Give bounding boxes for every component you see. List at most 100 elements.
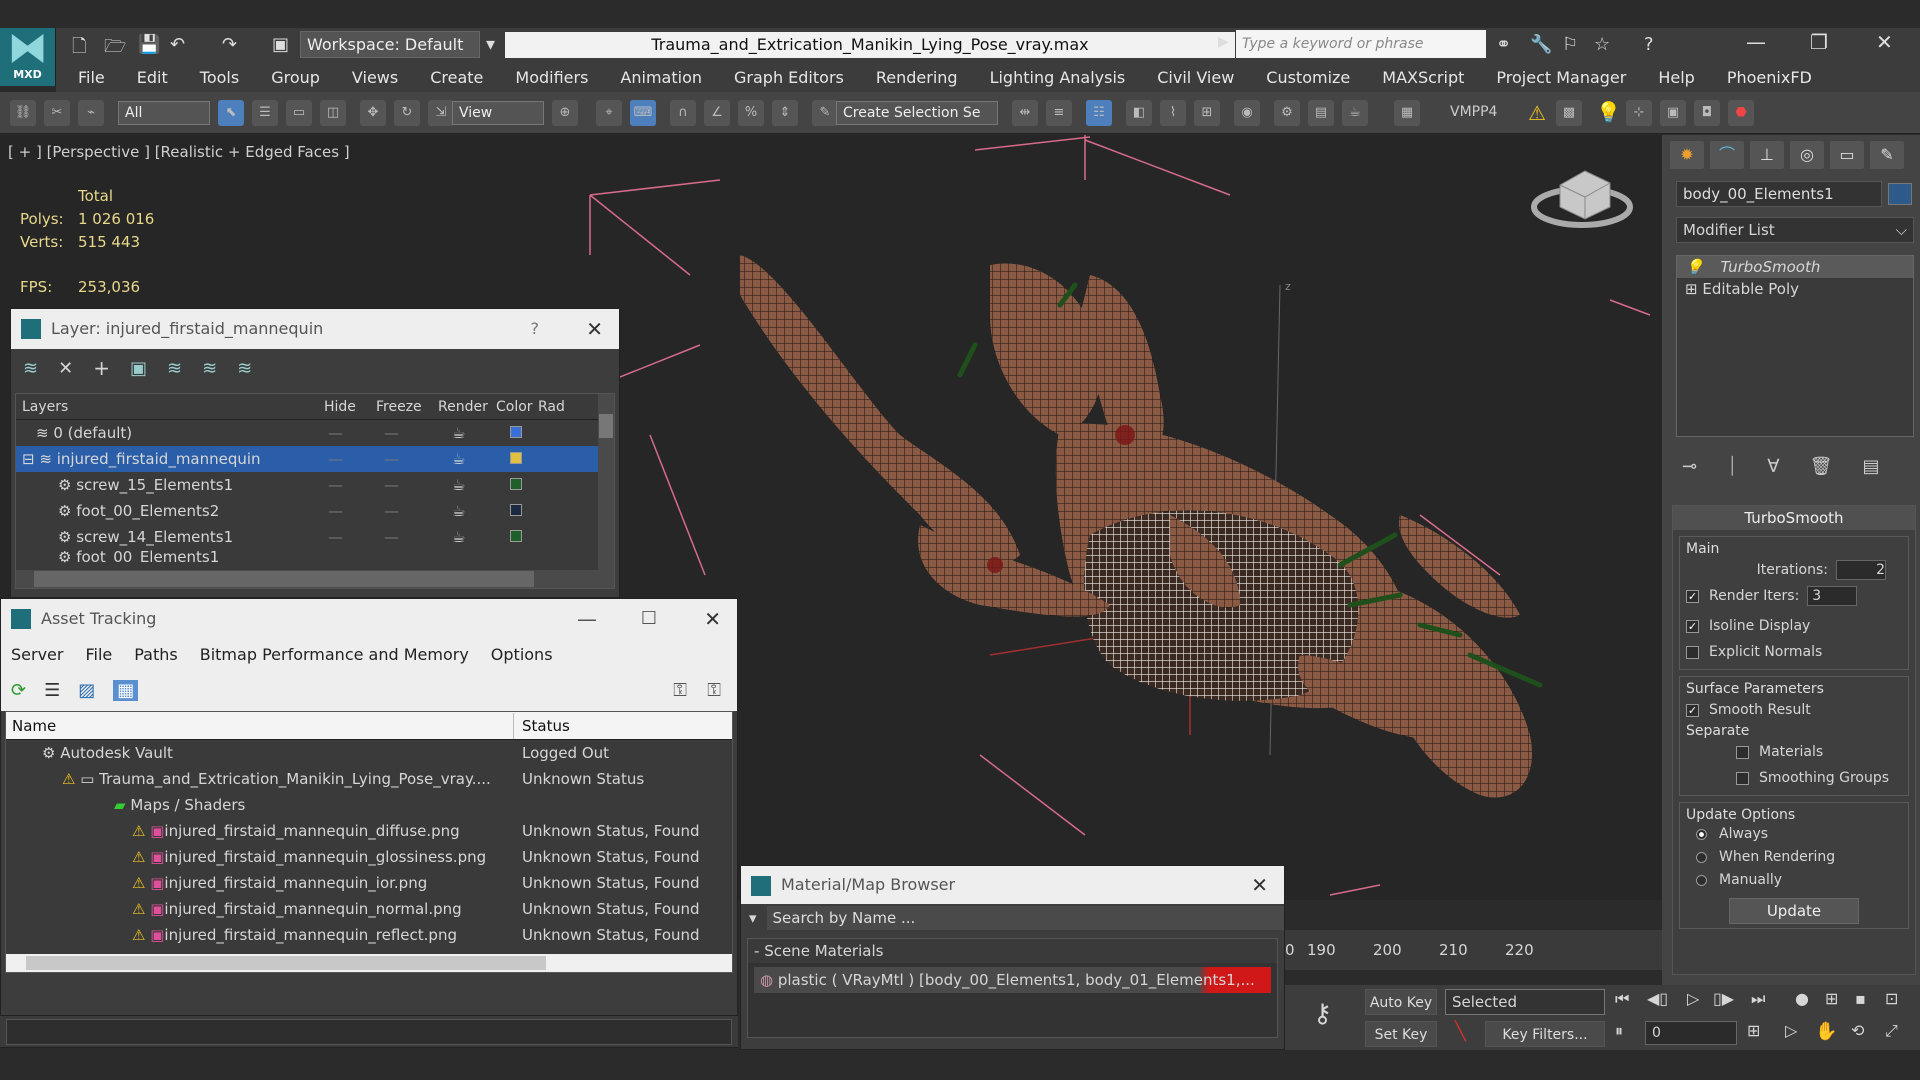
vertical-scrollbar[interactable] xyxy=(598,394,614,570)
menu-animation[interactable]: Animation xyxy=(620,68,702,87)
timeline-ruler[interactable]: 0 190 200 210 220 xyxy=(1285,930,1662,970)
axis-icon[interactable]: ⊹ xyxy=(1626,100,1652,126)
render-teapot-icon[interactable]: ☕ xyxy=(438,446,496,472)
select-scale-icon[interactable]: ⇲ xyxy=(428,100,454,126)
select-by-name-icon[interactable]: ☰ xyxy=(252,100,278,126)
render-teapot-icon[interactable]: ☕ xyxy=(438,498,496,524)
menu-help[interactable]: Help xyxy=(1658,68,1694,87)
scene-materials-header[interactable]: - Scene Materials xyxy=(748,939,1277,963)
select-rotate-icon[interactable]: ↻ xyxy=(394,100,420,126)
when-rendering-radio[interactable] xyxy=(1696,851,1707,863)
modify-tab-icon[interactable]: ⌒ xyxy=(1710,141,1744,169)
material-editor-icon[interactable]: ◉ xyxy=(1234,100,1260,126)
render-setup-icon[interactable]: ⚙ xyxy=(1274,100,1300,126)
expand-plus-icon[interactable]: ⊞ xyxy=(1685,280,1702,298)
vmpp-label[interactable]: VMPP4 xyxy=(1450,104,1497,120)
workspace-menu-icon[interactable]: ▾ xyxy=(486,34,495,55)
render-teapot-icon[interactable]: ☕ xyxy=(438,420,496,446)
freeze-toggle[interactable]: — xyxy=(376,446,438,472)
minimize-icon[interactable]: — xyxy=(1746,30,1766,54)
prev-frame-icon[interactable]: ◀▯ xyxy=(1647,989,1668,1008)
zoom-icon[interactable]: ● xyxy=(1795,989,1809,1008)
key-mode-dropdown[interactable]: Selected xyxy=(1445,989,1605,1015)
align-icon[interactable]: ≡ xyxy=(1046,100,1072,126)
asset-menu-options[interactable]: Options xyxy=(491,645,553,664)
redo-icon[interactable]: ↷ xyxy=(222,34,237,55)
menu-create[interactable]: Create xyxy=(430,68,483,87)
menu-project-manager[interactable]: Project Manager xyxy=(1496,68,1626,87)
horizontal-scrollbar[interactable] xyxy=(6,954,732,972)
material-search-input[interactable]: Search by Name ... xyxy=(766,906,1284,930)
layer-row-selected[interactable]: ⊟ ≋ injured_firstaid_mannequin — — ☕ xyxy=(16,446,614,472)
layer-color-swatch[interactable] xyxy=(496,524,538,550)
menu-maxscript[interactable]: MAXScript xyxy=(1382,68,1464,87)
image-icon[interactable]: ▩ xyxy=(1556,100,1582,126)
vray-toolbar-icon[interactable]: ▦ xyxy=(1394,100,1420,126)
favorites-star-icon[interactable]: ☆ xyxy=(1594,34,1610,55)
smoothing-groups-checkbox[interactable] xyxy=(1736,771,1749,785)
iterations-spinner[interactable]: 2 xyxy=(1836,560,1886,580)
column-color[interactable]: Color xyxy=(496,394,538,420)
frame-buffer-icon[interactable]: ▣ xyxy=(1660,100,1686,126)
angle-snap-icon[interactable]: ∠ xyxy=(704,100,730,126)
menu-civil-view[interactable]: Civil View xyxy=(1157,68,1234,87)
vault-logout-icon[interactable]: ⚿ xyxy=(707,680,721,701)
vault-login-icon[interactable]: ⚿ xyxy=(673,680,687,701)
reference-coord-dropdown[interactable]: View xyxy=(452,101,544,125)
percent-snap-icon[interactable]: % xyxy=(738,100,764,126)
unlink-icon[interactable]: ✂ xyxy=(44,100,70,126)
open-file-icon[interactable]: 🗁 xyxy=(104,34,126,64)
menu-group[interactable]: Group xyxy=(271,68,320,87)
layer-row[interactable]: ⚙ foot_00_Elements2— — ☕ xyxy=(16,498,614,524)
highlight-layer-icon[interactable]: ≋ xyxy=(167,358,182,379)
column-rad[interactable]: Rad xyxy=(538,394,574,420)
freeze-toggle[interactable]: — xyxy=(376,420,438,446)
snaps-toggle-icon[interactable]: ∩ xyxy=(670,100,696,126)
maximize-viewport-icon[interactable]: ⤢ xyxy=(1885,1021,1898,1041)
selection-filter-dropdown[interactable]: All xyxy=(118,101,210,125)
isoline-display-checkbox[interactable]: ✓ xyxy=(1686,619,1699,633)
asset-row[interactable]: ⚠ ▣injured_firstaid_mannequin_ior.png Unk… xyxy=(6,870,732,896)
spinner-snap-icon[interactable]: ⇕ xyxy=(772,100,798,126)
layer-row[interactable]: ≋ 0 (default) — — ☕ xyxy=(16,420,614,446)
layer-color-swatch[interactable] xyxy=(496,446,538,472)
freeze-toggle[interactable]: — xyxy=(376,524,438,550)
select-objects-in-layer-icon[interactable]: ▣ xyxy=(130,358,147,379)
menu-modifiers[interactable]: Modifiers xyxy=(515,68,588,87)
window-crossing-icon[interactable]: ◫ xyxy=(320,100,346,126)
make-unique-icon[interactable]: ∀ xyxy=(1767,456,1779,477)
link-icon[interactable]: ⛓ xyxy=(10,100,36,126)
column-status[interactable]: Status xyxy=(514,713,570,739)
menu-lighting-analysis[interactable]: Lighting Analysis xyxy=(990,68,1126,87)
asset-menu-file[interactable]: File xyxy=(85,645,112,664)
update-button[interactable]: Update xyxy=(1729,898,1859,924)
key-filters-button[interactable]: Key Filters... xyxy=(1485,1021,1605,1047)
pan-hand-icon[interactable]: ✋ xyxy=(1815,1021,1837,1042)
schematic-view-icon[interactable]: ⊞ xyxy=(1194,100,1220,126)
modifier-list-dropdown[interactable]: Modifier List ⌵ xyxy=(1676,217,1914,243)
field-of-view-icon[interactable]: ▷ xyxy=(1785,1021,1797,1040)
binoculars-icon[interactable]: ⚭ xyxy=(1496,34,1511,55)
scene-explorer-icon[interactable]: ☷ xyxy=(1086,100,1112,126)
app-logo[interactable]: ⧓ MXD xyxy=(0,28,56,86)
close-icon[interactable]: ✕ xyxy=(1876,30,1893,54)
auto-key-button[interactable]: Auto Key xyxy=(1365,989,1437,1015)
asset-row[interactable]: ⚠ ▣injured_firstaid_mannequin_normal.png… xyxy=(6,896,732,922)
column-render[interactable]: Render xyxy=(438,394,496,420)
project-folder-icon[interactable]: ▣ xyxy=(272,34,289,55)
asset-menu-paths[interactable]: Paths xyxy=(134,645,177,664)
minimize-icon[interactable]: — xyxy=(577,599,597,639)
materials-checkbox[interactable] xyxy=(1736,745,1749,759)
asset-row[interactable]: ⚠ ▭ Trauma_and_Extrication_Manikin_Lying… xyxy=(6,766,732,792)
hide-toggle[interactable]: — xyxy=(324,472,376,498)
help-search-input[interactable]: Type a keyword or phrase xyxy=(1236,30,1486,58)
current-frame-field[interactable]: 0 xyxy=(1645,1021,1737,1045)
bind-warp-icon[interactable]: ⌁ xyxy=(78,100,104,126)
object-color-swatch[interactable] xyxy=(1888,183,1912,205)
select-manipulate-icon[interactable]: ⌖ xyxy=(596,100,622,126)
horizontal-scrollbar[interactable] xyxy=(16,570,614,588)
manually-radio[interactable] xyxy=(1696,874,1707,886)
stop-render-icon[interactable]: ⬣ xyxy=(1728,100,1754,126)
maxscript-listener-input[interactable] xyxy=(6,1019,732,1045)
material-item[interactable]: ◍ plastic ( VRayMtl ) [body_00_Elements1… xyxy=(754,967,1271,993)
